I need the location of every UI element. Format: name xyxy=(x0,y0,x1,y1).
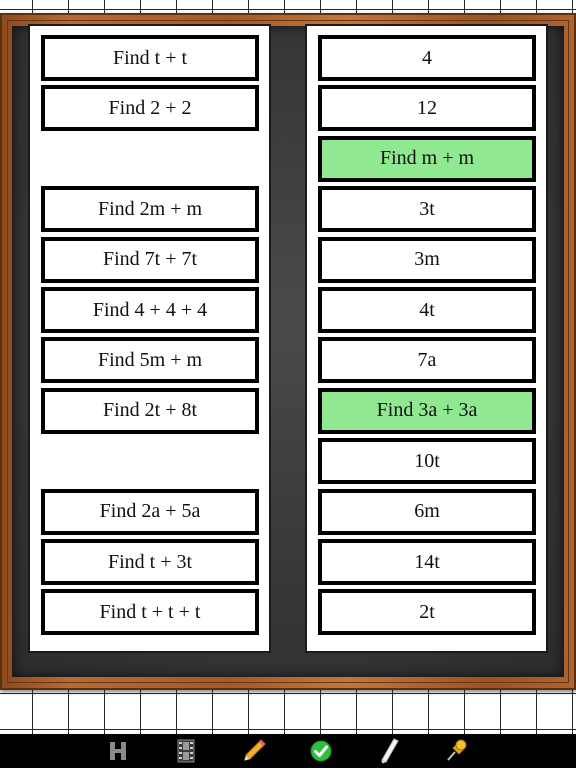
right-column: 4 12 Find m + m 3t 3m 4t 7a Find 3a + 3a 10t 6m 14… xyxy=(305,24,548,653)
check-icon[interactable] xyxy=(307,737,335,765)
right-question-tile-highlighted[interactable]: Find 3a + 3a xyxy=(318,387,536,434)
right-answer-tile[interactable]: 3m xyxy=(318,236,536,283)
left-answer-tile[interactable]: Find 5m + m xyxy=(41,337,259,384)
left-answer-tile[interactable]: Find 2t + 8t xyxy=(41,387,259,434)
left-answer-tile[interactable]: Find 4 + 4 + 4 xyxy=(41,287,259,333)
right-question-tile-highlighted[interactable]: Find m + m xyxy=(318,135,536,182)
pencil-icon[interactable] xyxy=(240,737,268,765)
left-answer-tile[interactable]: Find t + t + t xyxy=(41,589,259,636)
right-answer-tile[interactable]: 2t xyxy=(318,589,536,636)
right-answer-tile[interactable]: 12 xyxy=(318,85,536,132)
right-answer-tile[interactable]: 14t xyxy=(318,539,536,585)
right-answer-tile[interactable]: 3t xyxy=(318,186,536,233)
right-answer-tile[interactable]: 4 xyxy=(318,35,536,81)
pushpin-icon[interactable] xyxy=(442,737,470,765)
hint-h-icon[interactable] xyxy=(104,737,132,765)
film-strip-icon[interactable] xyxy=(172,737,200,765)
chalk-icon[interactable] xyxy=(375,737,403,765)
bottom-toolbar xyxy=(0,734,576,768)
left-answer-tile[interactable]: Find 7t + 7t xyxy=(41,236,259,283)
left-column: Find t + t Find 2 + 2 Find 2m + m Find 7t +… xyxy=(28,24,271,653)
left-answer-tile[interactable]: Find t + t xyxy=(41,35,259,81)
right-answer-tile[interactable]: 7a xyxy=(318,337,536,384)
right-answer-tile[interactable]: 4t xyxy=(318,287,536,333)
left-answer-tile[interactable]: Find 2a + 5a xyxy=(41,488,259,535)
left-answer-tile[interactable]: Find t + 3t xyxy=(41,539,259,585)
left-answer-tile[interactable]: Find 2 + 2 xyxy=(41,85,259,132)
left-answer-tile[interactable]: Find 2m + m xyxy=(41,186,259,233)
right-answer-tile[interactable]: 10t xyxy=(318,438,536,485)
right-answer-tile[interactable]: 6m xyxy=(318,488,536,535)
